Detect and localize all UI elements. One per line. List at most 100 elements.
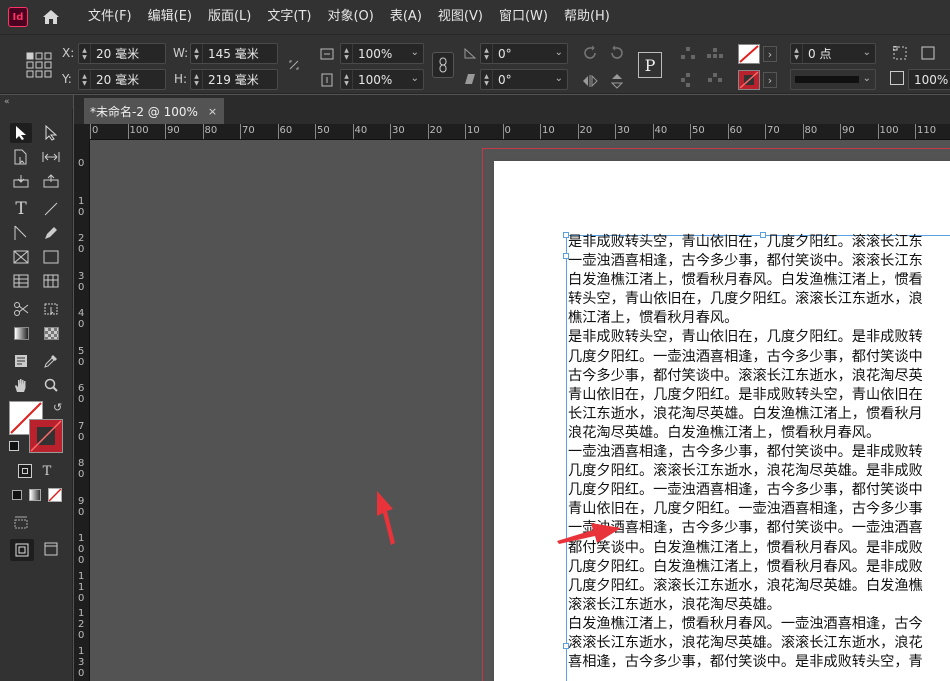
constrain-proportions-icon[interactable]: [284, 55, 304, 75]
chevron-down-icon[interactable]: ⌄: [411, 73, 419, 84]
story-text[interactable]: 是非成败转头空，青山依旧在，几度夕阳红。滚滚长江东 一壶浊酒喜相逢，古今多少事，都…: [568, 233, 950, 681]
formatting-affects-text-icon[interactable]: T: [36, 461, 58, 481]
rotate-spinner[interactable]: ▲ ▼: [481, 44, 493, 63]
chevron-down-icon[interactable]: ⌄: [863, 73, 871, 84]
reference-point-icon[interactable]: [26, 52, 52, 78]
normal-view-mode-icon[interactable]: [10, 539, 34, 561]
annotation-arrow-up-icon: [373, 491, 397, 550]
rectangle-tool-icon[interactable]: [40, 247, 62, 267]
toolbox-collapse[interactable]: «: [0, 95, 73, 109]
flip-vertical-icon[interactable]: [607, 71, 627, 91]
shear-spinner[interactable]: ▲ ▼: [481, 70, 493, 89]
ruler-tick-label: 1 2 0: [78, 608, 85, 641]
link-icon[interactable]: [432, 52, 454, 78]
gradient-feather-tool-icon[interactable]: [40, 323, 62, 343]
preview-mode-icon[interactable]: [40, 539, 62, 559]
fill-stroke-swatches[interactable]: ↺: [9, 401, 63, 453]
apply-none-icon[interactable]: [44, 485, 66, 505]
stroke-swatch-icon[interactable]: [738, 70, 760, 90]
scale-x-field[interactable]: ▲ ▼ 100% ⌄: [340, 43, 424, 64]
chevron-down-icon[interactable]: ⌄: [863, 47, 871, 58]
home-icon[interactable]: [40, 6, 62, 28]
rotate-cw-icon[interactable]: [580, 43, 600, 63]
swap-fill-stroke-icon[interactable]: ↺: [53, 401, 62, 414]
frame-fitting-icon[interactable]: [890, 43, 910, 63]
h-field[interactable]: ▲ ▼ 219 毫米: [190, 69, 278, 90]
note-tool-icon[interactable]: [10, 351, 32, 371]
ruler-tick-label: 5 0: [78, 345, 85, 368]
content-placer-tool-icon[interactable]: [40, 171, 62, 191]
direct-selection-tool-icon[interactable]: [40, 123, 62, 143]
pasteboard[interactable]: 是非成败转头空，青山依旧在，几度夕阳红。滚滚长江东 一壶浊酒喜相逢，古今多少事，都…: [91, 141, 950, 681]
formatting-affects-container-icon[interactable]: [14, 461, 36, 481]
x-spinner[interactable]: ▲ ▼: [79, 44, 91, 63]
paragraph-icon[interactable]: P: [638, 52, 662, 78]
type-tool-icon[interactable]: T: [10, 199, 32, 219]
ruler-origin[interactable]: [74, 124, 90, 140]
content-collector-tool-icon[interactable]: [10, 171, 32, 191]
menu-item[interactable]: 视图(V): [430, 0, 491, 34]
vertical-grid-tool-icon[interactable]: [40, 271, 62, 291]
gradient-swatch-tool-icon[interactable]: [10, 323, 32, 343]
x-field[interactable]: ▲ ▼ 20 毫米: [78, 43, 166, 64]
scale-y-spinner[interactable]: ▲ ▼: [341, 70, 353, 89]
screen-mode-icon[interactable]: [10, 513, 32, 533]
rotate-field[interactable]: ▲ ▼ 0° ⌄: [480, 43, 568, 64]
apply-gradient-icon[interactable]: [24, 485, 46, 505]
vertical-ruler[interactable]: 0 1 0 2 0 3 0 4 0 5 0 6 0 7 0 8 0 9 0 1 0 0 1 1 0 1 …: [74, 140, 90, 681]
document-tab[interactable]: *未命名-2 @ 100% ×: [84, 98, 224, 124]
scale-y-field[interactable]: ▲ ▼ 100% ⌄: [340, 69, 424, 90]
w-spinner[interactable]: ▲ ▼: [191, 44, 203, 63]
menu-item[interactable]: 帮助(H): [556, 0, 618, 34]
eyedropper-tool-icon[interactable]: [40, 351, 62, 371]
stroke-type-field[interactable]: ⌄: [790, 69, 876, 90]
select-content-icon[interactable]: [705, 45, 725, 63]
select-next-icon[interactable]: [705, 71, 725, 89]
x-value: 20 毫米: [96, 47, 140, 61]
fill-swatch-none-icon[interactable]: [738, 44, 760, 64]
line-tool-icon[interactable]: [40, 199, 62, 219]
menu-item[interactable]: 文字(T): [259, 0, 319, 34]
menu-item[interactable]: 窗口(W): [491, 0, 556, 34]
h-spinner[interactable]: ▲ ▼: [191, 70, 203, 89]
flip-horizontal-icon[interactable]: [580, 71, 600, 91]
shear-field[interactable]: ▲ ▼ 0° ⌄: [480, 69, 568, 90]
menu-item[interactable]: 版面(L): [200, 0, 259, 34]
stroke-weight-field[interactable]: ▲ ▼ 0 点 ⌄: [790, 43, 876, 64]
frame-corner-icon[interactable]: [918, 43, 938, 63]
hand-tool-icon[interactable]: [10, 375, 32, 395]
close-icon[interactable]: ×: [208, 105, 217, 118]
scissors-tool-icon[interactable]: [10, 299, 32, 319]
menu-item[interactable]: 编辑(E): [140, 0, 200, 34]
pencil-tool-icon[interactable]: [40, 223, 62, 243]
w-field[interactable]: ▲ ▼ 145 毫米: [190, 43, 278, 64]
free-transform-tool-icon[interactable]: [40, 299, 62, 319]
horizontal-grid-tool-icon[interactable]: [10, 271, 32, 291]
select-previous-icon[interactable]: [678, 71, 698, 89]
stroke-menu-chevron-icon[interactable]: ›: [763, 72, 777, 88]
opacity-field[interactable]: 100%: [908, 69, 950, 90]
menu-item[interactable]: 表(A): [382, 0, 430, 34]
menu-item[interactable]: 文件(F): [80, 0, 140, 34]
zoom-tool-icon[interactable]: [40, 375, 62, 395]
select-container-icon[interactable]: [678, 45, 698, 63]
selection-tool-icon[interactable]: [10, 123, 32, 143]
horizontal-ruler[interactable]: 0 100 90 80 70 60 50 40 30 20 10 0 10 20 30 40 50 60 70 80 9…: [90, 124, 950, 140]
y-field[interactable]: ▲ ▼ 20 毫米: [78, 69, 166, 90]
pen-tool-icon[interactable]: [10, 223, 32, 243]
chevron-down-icon[interactable]: ⌄: [555, 47, 563, 58]
gap-tool-icon[interactable]: [40, 147, 62, 167]
rectangle-frame-tool-icon[interactable]: [10, 247, 32, 267]
rotate-ccw-icon[interactable]: [607, 43, 627, 63]
y-spinner[interactable]: ▲ ▼: [79, 70, 91, 89]
menu-item[interactable]: 对象(O): [319, 0, 381, 34]
stroke-weight-spinner[interactable]: ▲ ▼: [791, 44, 803, 63]
page-tool-icon[interactable]: [10, 147, 32, 167]
chevron-down-icon[interactable]: ⌄: [411, 47, 419, 58]
chevron-down-icon[interactable]: ⌄: [555, 73, 563, 84]
stroke-swatch[interactable]: [29, 419, 63, 453]
default-fill-stroke-icon[interactable]: [9, 441, 19, 451]
ruler-tick-mark: [915, 124, 916, 139]
scale-x-spinner[interactable]: ▲ ▼: [341, 44, 353, 63]
fill-menu-chevron-icon[interactable]: ›: [763, 46, 777, 62]
